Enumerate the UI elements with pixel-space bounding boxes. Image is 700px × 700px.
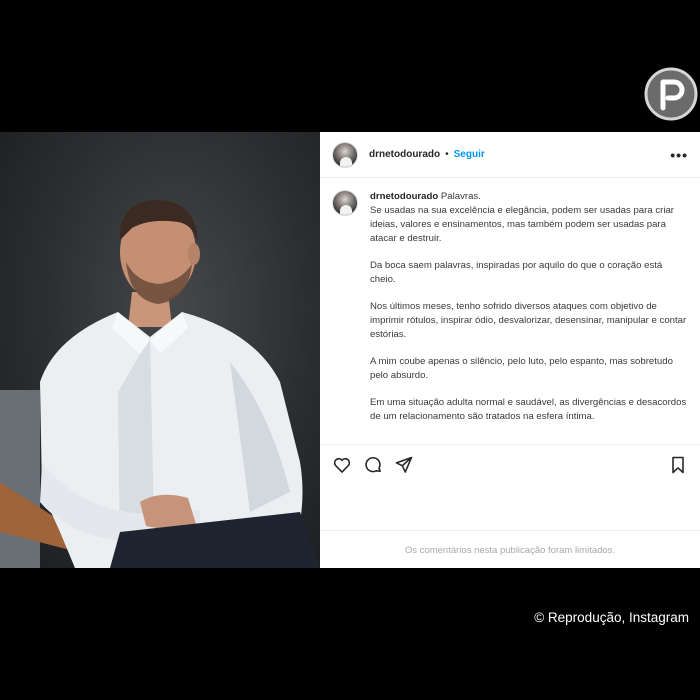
bookmark-icon[interactable] (668, 455, 688, 475)
caption-paragraph-1: drnetodourado Palavras. Se usadas na sua… (370, 190, 688, 246)
caption-paragraph-3: Nos últimos meses, tenho sofrido diverso… (370, 301, 687, 340)
caption-text: drnetodourado Palavras. Se usadas na sua… (370, 190, 688, 437)
instagram-post: drnetodourado • Seguir ••• drnetodourado… (320, 132, 700, 568)
comments-divider (320, 530, 700, 531)
caption-paragraph-5: Em uma situação adulta normal e saudável… (370, 397, 687, 422)
actions-divider (320, 444, 700, 445)
caption-avatar[interactable] (332, 190, 358, 216)
send-icon[interactable] (394, 455, 414, 475)
purepeople-logo-icon (643, 66, 699, 122)
heart-icon[interactable] (332, 455, 352, 475)
avatar[interactable] (332, 141, 358, 168)
caption-paragraph-4: A mim coube apenas o silêncio, pelo luto… (370, 356, 673, 381)
caption-first-line: Palavras. (440, 191, 481, 202)
more-options-icon[interactable]: ••• (670, 147, 688, 163)
comment-icon[interactable] (363, 455, 383, 475)
photo-credit: © Reprodução, Instagram (534, 610, 689, 625)
header-separator: • (445, 149, 449, 160)
follow-button[interactable]: Seguir (454, 149, 485, 160)
post-photo (0, 132, 320, 568)
caption-username[interactable]: drnetodourado (370, 191, 438, 202)
post-caption: drnetodourado Palavras. Se usadas na sua… (332, 190, 688, 437)
caption-paragraph-1-rest: Se usadas na sua excelência e elegância,… (370, 205, 674, 244)
header-username[interactable]: drnetodourado (369, 149, 440, 160)
caption-paragraph-2: Da boca saem palavras, inspiradas por aq… (370, 260, 663, 285)
post-actions (332, 454, 688, 476)
post-header: drnetodourado • Seguir ••• (320, 132, 700, 178)
comments-limited-notice: Os comentários nesta publicação foram li… (404, 545, 616, 556)
